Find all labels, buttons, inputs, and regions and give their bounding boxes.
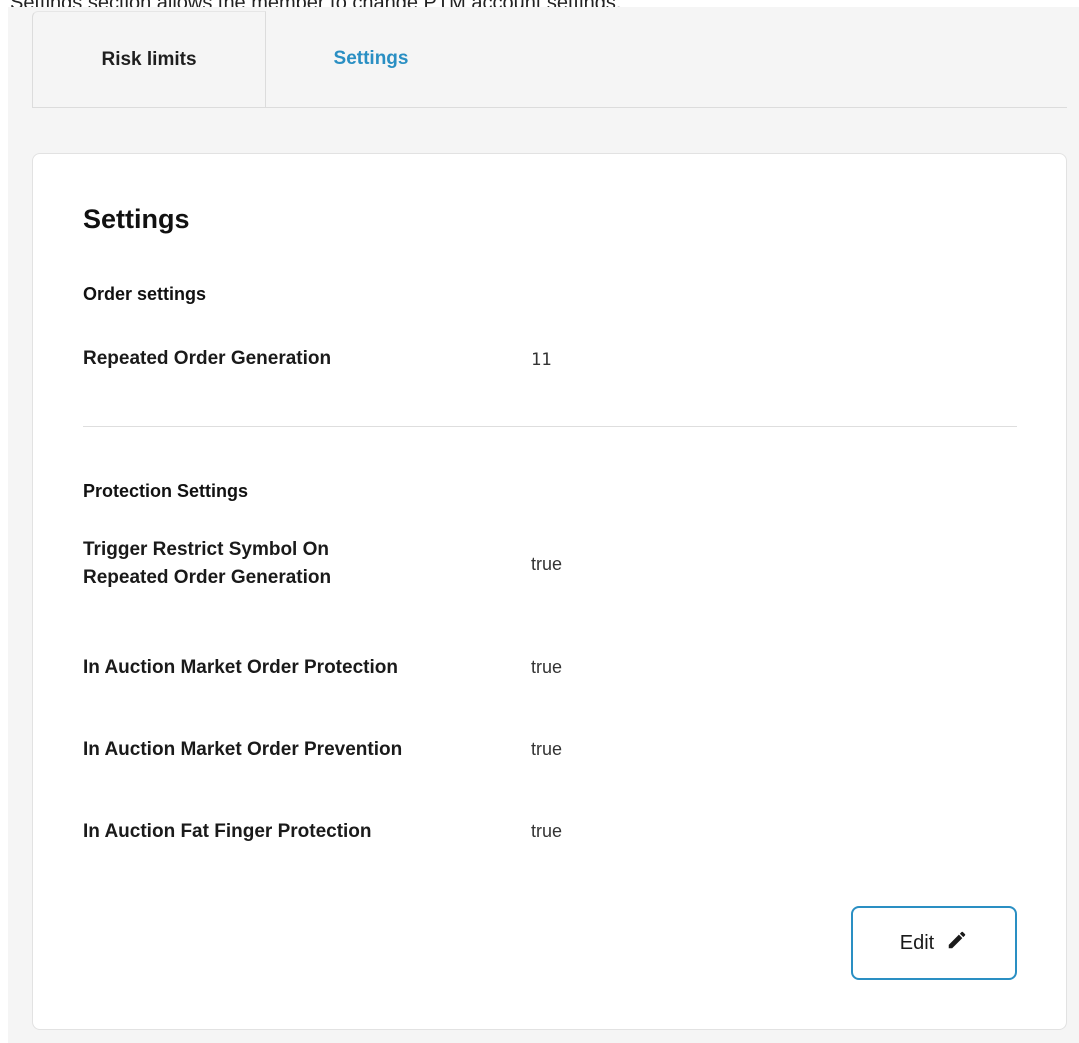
setting-label-auction-market-order-prevention: In Auction Market Order Prevention	[83, 739, 403, 760]
setting-value-auction-fat-finger-protection: true	[531, 821, 563, 841]
setting-value-trigger-restrict-symbol: true	[531, 554, 563, 574]
setting-label-auction-fat-finger-protection: In Auction Fat Finger Protection	[83, 821, 372, 842]
order-settings-heading: Order settings	[83, 284, 207, 304]
edit-button[interactable]: Edit	[851, 906, 1017, 980]
tab-bar: Risk limits Settings	[32, 11, 1067, 108]
setting-value-auction-market-order-prevention: true	[531, 739, 563, 759]
pencil-icon	[946, 929, 968, 957]
setting-label-trigger-restrict-symbol: Trigger Restrict Symbol On Repeated Orde…	[83, 539, 332, 588]
card-title: Settings	[83, 204, 190, 234]
setting-value-auction-market-order-protection: true	[531, 657, 563, 677]
setting-label-auction-market-order-protection: In Auction Market Order Protection	[83, 657, 398, 678]
settings-card: Settings Order settings Repeated Order G…	[32, 153, 1067, 1030]
tab-settings[interactable]: Settings	[266, 11, 476, 107]
setting-label-repeated-order-generation: Repeated Order Generation	[83, 348, 332, 369]
edit-button-label: Edit	[899, 931, 935, 954]
protection-settings-heading: Protection Settings	[83, 481, 249, 501]
tab-risk-limits[interactable]: Risk limits	[32, 11, 266, 107]
section-divider	[83, 426, 1017, 427]
setting-value-repeated-order-generation: 11	[531, 350, 552, 370]
content-frame: Risk limits Settings Settings Order sett…	[8, 7, 1079, 1043]
